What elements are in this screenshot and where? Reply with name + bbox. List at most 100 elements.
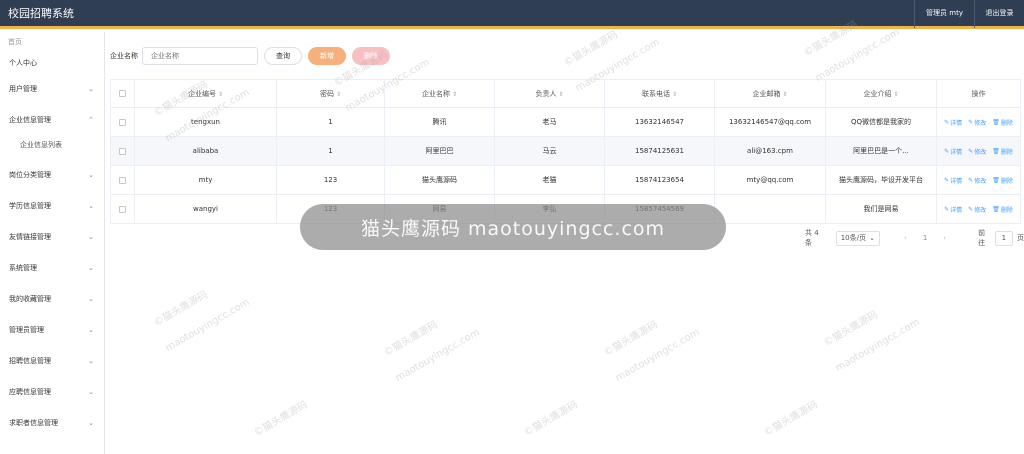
goto-page-input[interactable]: 1 bbox=[994, 230, 1013, 246]
sidebar-item-education[interactable]: 学历信息管理 ⌄ bbox=[0, 191, 104, 222]
sidebar-item-job-category[interactable]: 岗位分类管理 ⌄ bbox=[0, 160, 104, 191]
sidebar-item-system[interactable]: 系统管理 ⌄ bbox=[0, 253, 104, 284]
sidebar-item-label: 学历信息管理 bbox=[9, 202, 51, 210]
query-button[interactable]: 查询 bbox=[264, 47, 302, 65]
trash-icon: 🗑 bbox=[992, 147, 1000, 155]
cell: 老马 bbox=[494, 107, 605, 137]
sidebar-item-label: 用户管理 bbox=[9, 85, 37, 93]
row-checkbox[interactable] bbox=[119, 205, 126, 213]
sidebar-item-user-management[interactable]: 用户管理 ⌄ bbox=[0, 74, 104, 105]
row-select-cell[interactable] bbox=[110, 136, 135, 166]
sidebar-item-personal-center[interactable]: 个人中心 bbox=[0, 52, 104, 74]
pager-total: 共 4 条 bbox=[805, 229, 819, 247]
sort-icon[interactable]: ⇕ bbox=[782, 91, 787, 98]
sort-icon[interactable]: ⇕ bbox=[672, 91, 677, 98]
trash-icon: 🗑 bbox=[992, 205, 1000, 213]
cell: 13632146547@qq.com bbox=[714, 107, 826, 137]
edit-pen-icon: ✎ bbox=[968, 118, 974, 126]
select-all-cell[interactable] bbox=[110, 79, 135, 108]
sidebar-item-applications[interactable]: 应聘信息管理 ⌄ bbox=[0, 377, 104, 408]
delete-button[interactable]: 🗑 删除 bbox=[992, 176, 1013, 185]
pagination: 共 4 条 10条/页 ⌄ ‹ 1 › 前往 1 页 bbox=[805, 228, 1024, 248]
cell: 马云 bbox=[494, 136, 605, 166]
row-select-cell[interactable] bbox=[110, 194, 135, 224]
chevron-down-icon: ⌄ bbox=[88, 233, 94, 241]
detail-button[interactable]: ✎ 详情 bbox=[944, 118, 962, 127]
edit-button[interactable]: ✎ 修改 bbox=[968, 205, 986, 214]
sidebar-item-job-seekers[interactable]: 求职者信息管理 ⌄ bbox=[0, 408, 104, 439]
table-row: alibaba 1 阿里巴巴 马云 15874125631 ali@163.cp… bbox=[110, 136, 1021, 166]
sidebar-item-label: 系统管理 bbox=[9, 264, 37, 272]
delete-button[interactable]: 🗑 删除 bbox=[992, 205, 1013, 214]
cell: 腾讯 bbox=[384, 107, 495, 137]
row-select-cell[interactable] bbox=[110, 107, 135, 137]
sort-icon[interactable]: ⇕ bbox=[558, 91, 563, 98]
sidebar: 首页 个人中心 用户管理 ⌄ 企业信息管理 ⌃ 企业信息列表 岗位分类管理 ⌄ 学历信… bbox=[0, 32, 105, 454]
sort-icon[interactable]: ⇕ bbox=[452, 91, 457, 98]
breadcrumb-home[interactable]: 首页 bbox=[0, 32, 104, 52]
company-table: 企业编号 ⇕ 密码 ⇕ 企业名称 ⇕ 负责人 ⇕ 联系电话 ⇕ 企业邮箱 ⇕ 企业介绍 ⇕ 操… bbox=[110, 79, 1021, 224]
sort-icon[interactable]: ⇕ bbox=[218, 91, 223, 98]
watermark-banner: 猫头鹰源码 maotouyingcc.com bbox=[300, 204, 726, 250]
sidebar-item-favorites[interactable]: 我的收藏管理 ⌄ bbox=[0, 284, 104, 315]
cell: 15874125631 bbox=[604, 136, 715, 166]
goto-suffix: 页 bbox=[1016, 234, 1024, 242]
chevron-down-icon: ⌄ bbox=[88, 171, 94, 179]
chevron-down-icon: ⌄ bbox=[88, 202, 94, 210]
row-checkbox[interactable] bbox=[119, 118, 126, 126]
table-row: tengxun 1 腾讯 老马 13632146547 13632146547@… bbox=[110, 107, 1021, 137]
page-number[interactable]: 1 bbox=[923, 234, 927, 242]
delete-button[interactable]: 🗑 删除 bbox=[992, 147, 1013, 156]
logout-button[interactable]: 退出登录 bbox=[974, 0, 1024, 28]
sidebar-item-label: 应聘信息管理 bbox=[9, 388, 51, 396]
cell: 我们是网易 bbox=[825, 194, 937, 224]
edit-button[interactable]: ✎ 修改 bbox=[968, 176, 986, 185]
add-button[interactable]: 新增 bbox=[308, 47, 346, 65]
row-actions: ✎ 详情 ✎ 修改 🗑 删除 bbox=[936, 107, 1021, 137]
row-actions: ✎ 详情 ✎ 修改 🗑 删除 bbox=[936, 165, 1021, 195]
app-title: 校园招聘系统 bbox=[8, 7, 74, 20]
sort-icon[interactable]: ⇕ bbox=[893, 91, 898, 98]
delete-button[interactable]: 🗑 删除 bbox=[992, 118, 1013, 127]
sidebar-subitem-company-list[interactable]: 企业信息列表 bbox=[0, 136, 104, 160]
sort-icon[interactable]: ⇕ bbox=[336, 91, 341, 98]
column-header[interactable]: 联系电话 ⇕ bbox=[604, 79, 715, 108]
detail-button[interactable]: ✎ 详情 bbox=[944, 176, 962, 185]
sidebar-item-label: 个人中心 bbox=[9, 59, 37, 67]
chevron-down-icon: ⌄ bbox=[88, 295, 94, 303]
sidebar-item-company-management[interactable]: 企业信息管理 ⌃ bbox=[0, 105, 104, 136]
cell: 猫头鹰源码 bbox=[384, 165, 495, 195]
select-all-checkbox[interactable] bbox=[119, 90, 126, 97]
cell: wangyi bbox=[134, 194, 277, 224]
top-header: 校园招聘系统 管理员 mty 退出登录 bbox=[0, 0, 1024, 29]
column-header[interactable]: 密码 ⇕ bbox=[276, 79, 385, 108]
company-name-input[interactable] bbox=[142, 47, 258, 65]
sidebar-item-recruitment[interactable]: 招聘信息管理 ⌄ bbox=[0, 346, 104, 377]
next-page-icon[interactable]: › bbox=[943, 234, 946, 242]
delete-selected-button[interactable]: 删除 bbox=[352, 47, 390, 65]
row-checkbox[interactable] bbox=[119, 176, 126, 184]
column-header[interactable]: 企业编号 ⇕ bbox=[134, 79, 277, 108]
row-checkbox[interactable] bbox=[119, 147, 126, 155]
prev-page-icon[interactable]: ‹ bbox=[904, 234, 907, 242]
edit-button[interactable]: ✎ 修改 bbox=[968, 118, 986, 127]
column-header[interactable]: 企业介绍 ⇕ bbox=[825, 79, 937, 108]
sidebar-item-admins[interactable]: 管理员管理 ⌄ bbox=[0, 315, 104, 346]
edit-pen-icon: ✎ bbox=[944, 118, 950, 126]
trash-icon: 🗑 bbox=[992, 176, 1000, 184]
detail-button[interactable]: ✎ 详情 bbox=[944, 147, 962, 156]
sidebar-item-label: 求职者信息管理 bbox=[9, 419, 58, 427]
cell: QQ微信都是我家的 bbox=[825, 107, 937, 137]
edit-pen-icon: ✎ bbox=[968, 176, 974, 184]
row-select-cell[interactable] bbox=[110, 165, 135, 195]
edit-button[interactable]: ✎ 修改 bbox=[968, 147, 986, 156]
page-size-select[interactable]: 10条/页 ⌄ bbox=[835, 230, 880, 246]
column-header[interactable]: 企业邮箱 ⇕ bbox=[714, 79, 826, 108]
sidebar-item-links[interactable]: 友情链接管理 ⌄ bbox=[0, 222, 104, 253]
column-header[interactable]: 负责人 ⇕ bbox=[494, 79, 605, 108]
header-right: 管理员 mty 退出登录 bbox=[914, 0, 1024, 28]
column-header[interactable]: 企业名称 ⇕ bbox=[384, 79, 495, 108]
cell: alibaba bbox=[134, 136, 277, 166]
sidebar-item-label: 友情链接管理 bbox=[9, 233, 51, 241]
detail-button[interactable]: ✎ 详情 bbox=[944, 205, 962, 214]
